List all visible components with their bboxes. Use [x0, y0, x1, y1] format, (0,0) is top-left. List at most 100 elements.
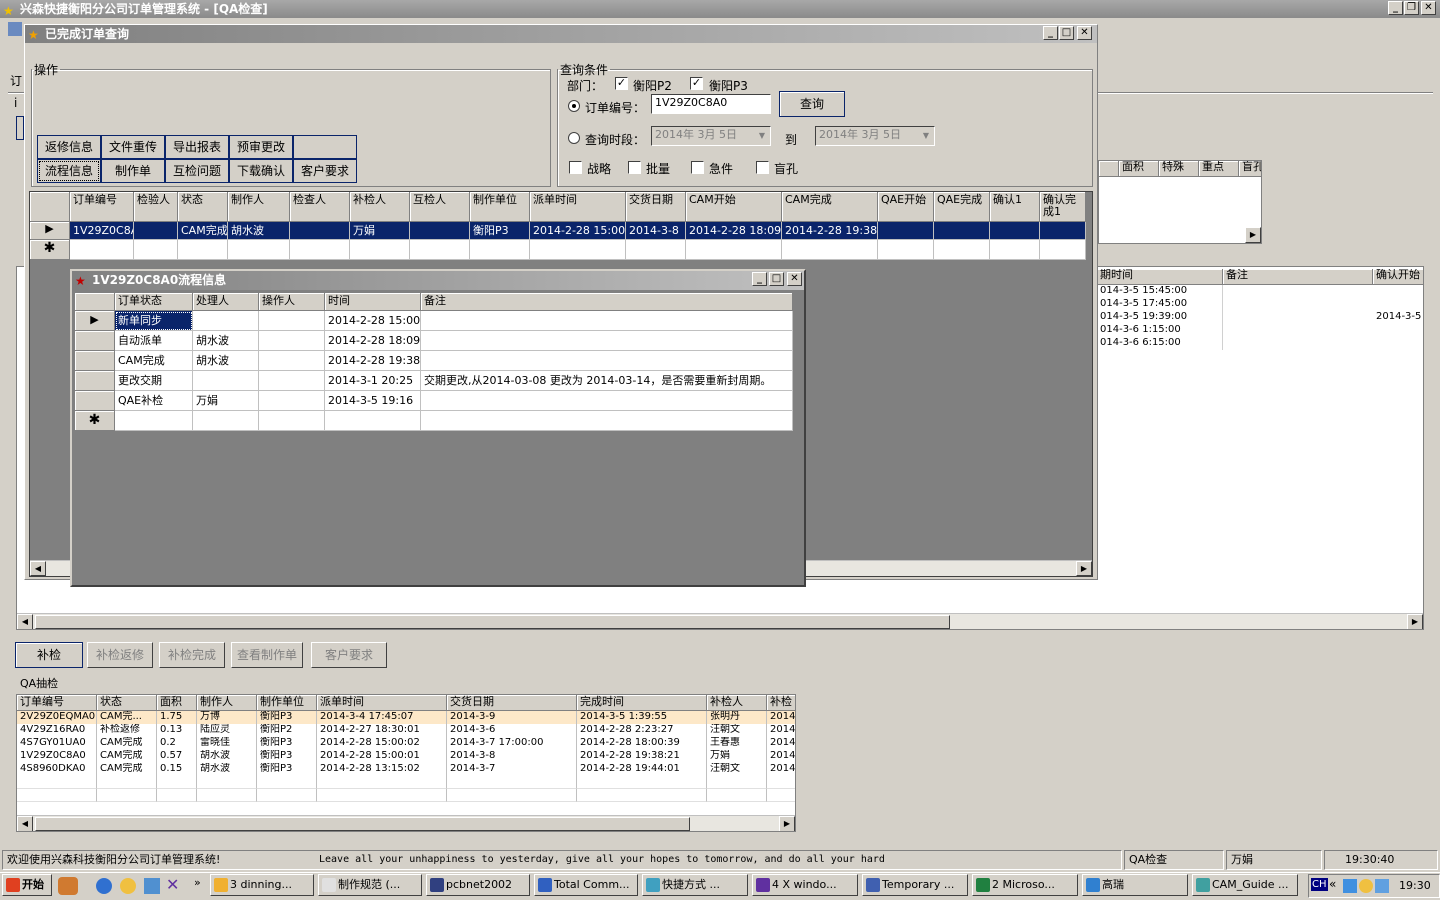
- flow-close-button[interactable]: ✕: [787, 272, 802, 286]
- qa-cell-3-6[interactable]: 2014-3-8: [447, 750, 577, 763]
- qa-hscroll[interactable]: ◀ ▶: [17, 815, 795, 831]
- qa-cell-1-6[interactable]: 2014-3-6: [447, 724, 577, 737]
- completed-col-5[interactable]: 补检人: [350, 192, 410, 222]
- qa-cell-3-2[interactable]: 0.57: [157, 750, 197, 763]
- qa-col-1[interactable]: 状态: [97, 695, 157, 711]
- qa-col-3[interactable]: 制作人: [197, 695, 257, 711]
- flow-new-cell-3[interactable]: [325, 411, 421, 431]
- completed-col-6[interactable]: 互检人: [410, 192, 470, 222]
- completed-col-3[interactable]: 制作人: [228, 192, 290, 222]
- qa-cell-2-0[interactable]: 4S7GY01UA0: [17, 737, 97, 750]
- order-no-input[interactable]: 1V29Z0C8A0: [651, 94, 771, 114]
- completed-new-cell-6[interactable]: [410, 240, 470, 260]
- taskbar-button-5[interactable]: 4 X windo...: [752, 874, 858, 896]
- completed-new-cell-3[interactable]: [228, 240, 290, 260]
- flow-row-header-0[interactable]: ▶: [75, 311, 115, 331]
- flow-cell-4-3[interactable]: 2014-3-5 19:16: [325, 391, 421, 411]
- qa-cell-3-9[interactable]: 2014: [767, 750, 795, 763]
- tray-network-icon[interactable]: [1343, 879, 1357, 893]
- qa-cell-4-6[interactable]: 2014-3-7: [447, 763, 577, 776]
- qa-cell-1-1[interactable]: 补检返修: [97, 724, 157, 737]
- completed-cell-4[interactable]: [290, 222, 350, 240]
- qa-col-9[interactable]: 补检: [767, 695, 795, 711]
- ops-button-r2-2[interactable]: 互检问题: [165, 159, 229, 183]
- flow-row-header-2[interactable]: [75, 351, 115, 371]
- qa-col-0[interactable]: 订单编号: [17, 695, 97, 711]
- ops-button-r2-3[interactable]: 下载确认: [229, 159, 293, 183]
- date-to-dropdown-icon[interactable]: ▼: [919, 128, 933, 144]
- completed-new-cell-4[interactable]: [290, 240, 350, 260]
- flow-cell-0-4[interactable]: [421, 311, 793, 331]
- date-to-picker[interactable]: 2014年 3月 5日 ▼: [815, 126, 935, 146]
- completed-cell-1[interactable]: [134, 222, 178, 240]
- qa-cell-3-0[interactable]: 1V29Z0C8A0: [17, 750, 97, 763]
- qa-cell-0-5[interactable]: 2014-3-4 17:45:07: [317, 711, 447, 724]
- qa-col-8[interactable]: 补检人: [707, 695, 767, 711]
- completed-new-cell-10[interactable]: [686, 240, 782, 260]
- flow-new-cell-4[interactable]: [421, 411, 793, 431]
- qa-cell-2-5[interactable]: 2014-2-28 15:00:02: [317, 737, 447, 750]
- completed-cell-15[interactable]: [1040, 222, 1086, 240]
- completed-cell-13[interactable]: [934, 222, 990, 240]
- taskbar-button-0[interactable]: 3 dinning...: [210, 874, 314, 896]
- flow-cell-1-3[interactable]: 2014-2-28 18:09: [325, 331, 421, 351]
- start-button[interactable]: 开始: [2, 874, 52, 896]
- qa-cell-3-5[interactable]: 2014-2-28 15:00:01: [317, 750, 447, 763]
- flow-cell-1-1[interactable]: 胡水波: [193, 331, 259, 351]
- completed-new-cell-0[interactable]: [70, 240, 134, 260]
- completed-col-15[interactable]: 确认完成1: [1040, 192, 1086, 222]
- completed-col-8[interactable]: 派单时间: [530, 192, 626, 222]
- ops-button-r1-1[interactable]: 文件重传: [101, 135, 165, 159]
- explorer-icon[interactable]: [144, 878, 160, 894]
- completed-col-11[interactable]: CAM完成: [782, 192, 878, 222]
- completed-new-cell-1[interactable]: [134, 240, 178, 260]
- completed-cell-10[interactable]: 2014-2-28 18:09: [686, 222, 782, 240]
- flow-cell-1-2[interactable]: [259, 331, 325, 351]
- completed-cell-8[interactable]: 2014-2-28 15:00: [530, 222, 626, 240]
- taskbar-button-9[interactable]: CAM_Guide ...: [1192, 874, 1298, 896]
- flow-new-cell-1[interactable]: [193, 411, 259, 431]
- completed-new-cell-15[interactable]: [1040, 240, 1086, 260]
- qa-cell-0-9[interactable]: 2014: [767, 711, 795, 724]
- bg-scroll-left[interactable]: ◀: [17, 614, 33, 629]
- qa-cell-2-2[interactable]: 0.2: [157, 737, 197, 750]
- flow-cell-0-3[interactable]: 2014-2-28 15:00: [325, 311, 421, 331]
- qa-cell-3-4[interactable]: 衡阳P3: [257, 750, 317, 763]
- date-from-picker[interactable]: 2014年 3月 5日 ▼: [651, 126, 771, 146]
- app-close-button[interactable]: ✕: [1421, 1, 1436, 15]
- completed-restore-button[interactable]: □: [1059, 26, 1074, 40]
- flow-cell-2-3[interactable]: 2014-2-28 19:38: [325, 351, 421, 371]
- bg-right-scroll-right[interactable]: ▶: [1245, 227, 1261, 243]
- qa-col-7[interactable]: 完成时间: [577, 695, 707, 711]
- qa-cell-2-7[interactable]: 2014-2-28 18:00:39: [577, 737, 707, 750]
- qa-cell-2-9[interactable]: 2014: [767, 737, 795, 750]
- flow-cell-4-4[interactable]: [421, 391, 793, 411]
- dept2-checkbox[interactable]: ✓: [690, 77, 703, 90]
- qa-cell-1-4[interactable]: 衡阳P2: [257, 724, 317, 737]
- app-minimize-button[interactable]: _: [1388, 1, 1403, 15]
- taskbar-button-4[interactable]: 快捷方式 ...: [642, 874, 748, 896]
- completed-cell-0[interactable]: 1V29Z0C8A0: [70, 222, 134, 240]
- taskbar-button-7[interactable]: 2 Microso...: [972, 874, 1078, 896]
- qa-cell-3-7[interactable]: 2014-2-28 19:38:21: [577, 750, 707, 763]
- qa-cell-0-3[interactable]: 万博: [197, 711, 257, 724]
- recheck-button[interactable]: 补检: [15, 642, 83, 668]
- qa-cell-2-4[interactable]: 衡阳P3: [257, 737, 317, 750]
- taskbar-button-8[interactable]: 高瑞: [1082, 874, 1188, 896]
- query-button[interactable]: 查询: [779, 91, 845, 117]
- qa-scroll-thumb[interactable]: [35, 817, 690, 831]
- completed-col-14[interactable]: 确认1: [990, 192, 1040, 222]
- flow-cell-4-0[interactable]: QAE补检: [115, 391, 193, 411]
- recheck-repair-button[interactable]: 补检返修: [87, 642, 153, 668]
- flag-urgent-checkbox[interactable]: [691, 161, 704, 174]
- flow-col-1[interactable]: 处理人: [193, 293, 259, 311]
- flow-cell-2-4[interactable]: [421, 351, 793, 371]
- qa-cell-4-1[interactable]: CAM完成: [97, 763, 157, 776]
- completed-new-cell-13[interactable]: [934, 240, 990, 260]
- qa-cell-4-2[interactable]: 0.15: [157, 763, 197, 776]
- qa-cell-4-3[interactable]: 胡水波: [197, 763, 257, 776]
- taskbar-button-1[interactable]: 制作规范 (...: [318, 874, 422, 896]
- flow-cell-0-2[interactable]: [259, 311, 325, 331]
- completed-new-cell-12[interactable]: [878, 240, 934, 260]
- completed-col-9[interactable]: 交货日期: [626, 192, 686, 222]
